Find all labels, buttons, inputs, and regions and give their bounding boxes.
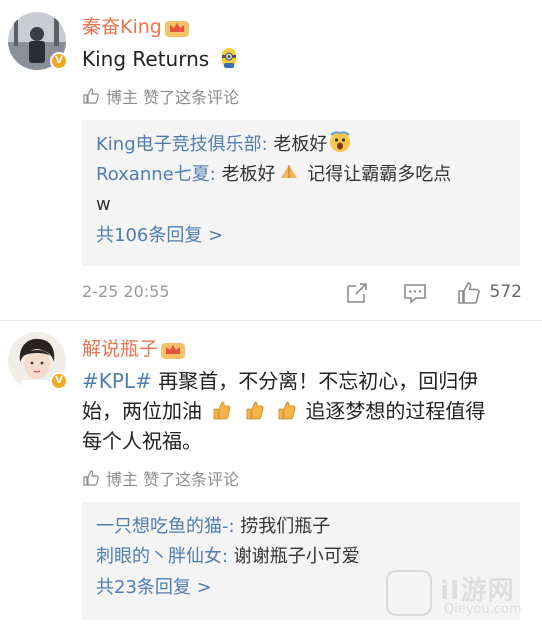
crown-icon — [164, 20, 189, 37]
reply-item[interactable]: 一只想吃鱼的猫-: 捞我们瓶子 — [96, 512, 506, 542]
author-liked-label: 博主 赞了这条评论 — [106, 470, 240, 489]
thumb-up-icon — [83, 470, 99, 486]
comment-text-line: #KPL# 再聚首，不分离！不忘初心，回归伊 — [82, 366, 522, 396]
verified-badge: V — [50, 372, 68, 390]
comment-text-content: 再聚首，不分离！不忘初心，回归伊 — [151, 369, 479, 393]
username[interactable]: 秦奋King — [82, 12, 190, 39]
comment-text: #KPL# 再聚首，不分离！不忘初心，回归伊 始，两位加油 追逐梦想的过程值得 … — [82, 366, 522, 456]
reply-text: w — [96, 194, 111, 215]
more-replies-link[interactable]: 共106条回复 > — [96, 220, 506, 252]
reply-text-continued: 记得让霸霸多吃点 — [301, 164, 452, 185]
comment-text-line: 每个人祝福。 — [82, 426, 522, 456]
reply-username[interactable]: 一只想吃鱼的猫-: — [96, 516, 235, 537]
watermark-url: Qieyou.com — [444, 602, 522, 617]
username-text[interactable]: 秦奋King — [82, 16, 162, 38]
author-liked-row: 博主 赞了这条评论 — [82, 466, 239, 490]
comment-text-content: 每个人祝福。 — [82, 429, 202, 453]
verified-badge: V — [50, 52, 68, 70]
comment-meta-row: 2-25 20:55 572 — [82, 280, 522, 306]
minion-emoji-icon — [221, 48, 236, 68]
comment-text-content: 追逐梦想的过程值得 — [305, 399, 486, 423]
reply-username[interactable]: King电子竞技俱乐部: — [96, 134, 268, 155]
thumbs-up-emoji-icon — [278, 401, 296, 420]
praying-hands-emoji-icon — [280, 165, 297, 178]
crown-icon — [161, 342, 186, 359]
thumbs-up-emoji-icon — [213, 401, 231, 420]
reply-item[interactable]: King电子竞技俱乐部: 老板好 — [96, 130, 506, 160]
scared-face-emoji-icon — [330, 131, 351, 152]
like-count: 572 — [489, 282, 522, 302]
comment-text-line: 始，两位加油 追逐梦想的过程值得 — [82, 396, 522, 426]
comment-text-content: King Returns — [82, 47, 210, 71]
thumbs-up-emoji-icon — [246, 401, 264, 420]
reply-text: 谢谢瓶子小可爱 — [228, 546, 360, 567]
comment-text: King Returns — [82, 44, 522, 74]
username[interactable]: 解说瓶子 — [82, 334, 186, 361]
author-liked-row: 博主 赞了这条评论 — [82, 84, 239, 108]
share-icon[interactable] — [344, 280, 370, 306]
watermark-logo-icon — [386, 570, 432, 616]
reply-item[interactable]: Roxanne七夏: 老板好 记得让霸霸多吃点 — [96, 160, 506, 190]
comment-icon[interactable] — [402, 280, 428, 306]
site-watermark: iI游网 Qieyou.com — [386, 568, 536, 620]
reply-box[interactable]: King电子竞技俱乐部: 老板好 Roxanne七夏: 老板好 记得让霸霸多吃点… — [82, 120, 520, 266]
reply-text: 老板好 — [267, 134, 328, 155]
reply-text: 捞我们瓶子 — [234, 516, 331, 537]
reply-item-continued: w — [96, 190, 506, 220]
username-text[interactable]: 解说瓶子 — [82, 338, 158, 360]
topic-link[interactable]: #KPL# — [82, 369, 152, 393]
thumb-up-icon — [83, 88, 99, 104]
reply-username[interactable]: 刺眼的丶胖仙女: — [96, 546, 228, 567]
like-icon[interactable] — [456, 280, 482, 306]
reply-username[interactable]: Roxanne七夏: — [96, 164, 216, 185]
reply-text: 老板好 — [215, 164, 276, 185]
comment-time: 2-25 20:55 — [82, 282, 170, 301]
divider — [0, 320, 542, 321]
comment-text-content: 始，两位加油 — [82, 399, 202, 423]
author-liked-label: 博主 赞了这条评论 — [106, 88, 240, 107]
